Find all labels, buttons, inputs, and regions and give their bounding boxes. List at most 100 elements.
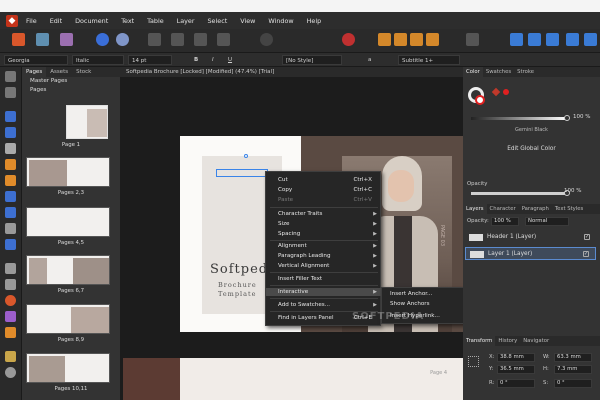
align-bottom-icon[interactable] <box>584 33 597 46</box>
document-setup-icon[interactable] <box>96 33 109 46</box>
crop-tool-icon[interactable] <box>5 263 16 274</box>
menu-document[interactable]: Document <box>75 17 108 25</box>
menu-item-copy[interactable]: Copy Ctrl+C <box>266 186 382 194</box>
tab-assets[interactable]: Assets <box>46 67 72 77</box>
table-icon[interactable] <box>217 33 230 46</box>
persona-publisher-icon[interactable] <box>12 33 25 46</box>
group-icon[interactable] <box>466 33 479 46</box>
page-tool-icon[interactable] <box>5 111 16 122</box>
layer-visibility-checkbox[interactable]: ✓ <box>584 234 590 240</box>
pages-4-5-thumbnail[interactable] <box>26 207 110 237</box>
arrange-forward-icon[interactable] <box>394 33 407 46</box>
table-tool-icon[interactable] <box>5 127 16 138</box>
frame-icon[interactable] <box>148 33 161 46</box>
character-style-select[interactable]: [No Style] <box>282 55 342 65</box>
menu-help[interactable]: Help <box>307 17 322 25</box>
tab-transform[interactable]: Transform <box>463 336 496 346</box>
anchor-point-selector-icon[interactable] <box>468 356 479 367</box>
tab-text-styles[interactable]: Text Styles <box>552 204 586 214</box>
pages-2-3-thumbnail[interactable] <box>26 157 110 187</box>
menu-item-paragraph-leading[interactable]: Paragraph Leading ▶ <box>266 252 382 260</box>
pages-6-7-thumbnail[interactable] <box>26 255 110 285</box>
blend-mode-select[interactable]: Normal <box>525 217 569 226</box>
font-size-select[interactable]: 14 pt <box>128 55 172 65</box>
rotation-field[interactable]: 0 ° <box>497 379 535 388</box>
tab-pages[interactable]: Pages <box>22 67 47 77</box>
layer-opacity-field[interactable]: 100 % <box>491 217 519 226</box>
zoom-tool-icon[interactable] <box>5 367 16 378</box>
fill-tool-icon[interactable] <box>5 295 16 306</box>
underline-button[interactable]: U <box>228 55 232 65</box>
tab-history[interactable]: History <box>495 336 520 346</box>
opacity-value[interactable]: 100 % <box>564 188 581 194</box>
layer-row-layer-1[interactable]: Layer 1 (Layer) ✓ <box>465 247 596 260</box>
picture-frame-tool-icon[interactable] <box>5 207 16 218</box>
menu-item-insert-filler-text[interactable]: Insert Filler Text <box>266 275 382 283</box>
artistic-text-icon[interactable] <box>5 143 16 154</box>
text-frame-icon[interactable] <box>171 33 184 46</box>
persona-designer-icon[interactable] <box>60 33 73 46</box>
menu-item-vertical-alignment[interactable]: Vertical Alignment ▶ <box>266 262 382 270</box>
menu-item-paste[interactable]: Paste Ctrl+V <box>266 196 382 204</box>
preferences-icon[interactable] <box>116 33 129 46</box>
pages-10-11-thumbnail[interactable] <box>26 353 110 383</box>
ellipse-tool-icon[interactable] <box>5 239 16 250</box>
menu-layer[interactable]: Layer <box>177 17 195 25</box>
x-field[interactable]: 38.8 mm <box>497 353 535 362</box>
stroke-swatch-icon[interactable] <box>475 95 485 105</box>
font-style-select[interactable]: Italic <box>72 55 124 65</box>
menu-item-add-to-swatches[interactable]: Add to Swatches... ▶ <box>266 301 382 309</box>
menu-text[interactable]: Text <box>121 17 134 25</box>
snapping-icon[interactable] <box>342 33 355 46</box>
menu-file[interactable]: File <box>26 17 37 25</box>
y-field[interactable]: 36.5 mm <box>497 365 535 374</box>
shear-field[interactable]: 0 ° <box>554 379 592 388</box>
menu-item-size[interactable]: Size ▶ <box>266 220 382 228</box>
edit-global-color-button[interactable]: Edit Global Color <box>463 146 600 152</box>
node-tool-icon[interactable] <box>5 87 16 98</box>
tint-slider-handle[interactable] <box>564 115 570 121</box>
preview-mode-icon[interactable] <box>260 33 273 46</box>
arrange-backward-icon[interactable] <box>410 33 423 46</box>
align-center-icon[interactable] <box>528 33 541 46</box>
color-picker-icon[interactable] <box>5 327 16 338</box>
bold-button[interactable]: B <box>194 55 198 65</box>
menu-item-show-anchors[interactable]: Show Anchors <box>382 300 468 308</box>
menu-table[interactable]: Table <box>147 17 164 25</box>
align-right-icon[interactable] <box>546 33 559 46</box>
menu-item-cut[interactable]: Cut Ctrl+X <box>266 176 382 184</box>
persona-photo-icon[interactable] <box>36 33 49 46</box>
view-tool-icon[interactable] <box>5 351 16 362</box>
opacity-slider[interactable] <box>471 192 567 195</box>
menu-item-insert-anchor[interactable]: Insert Anchor... <box>382 290 468 298</box>
tab-stock[interactable]: Stock <box>72 67 95 77</box>
italic-button[interactable]: I <box>212 55 214 65</box>
tab-layers[interactable]: Layers <box>463 204 487 214</box>
layer-visibility-checkbox[interactable]: ✓ <box>583 251 589 257</box>
move-tool-icon[interactable] <box>5 71 16 82</box>
menu-view[interactable]: View <box>240 17 255 25</box>
pencil-tool-icon[interactable] <box>5 175 16 186</box>
page-1-thumbnail[interactable] <box>66 105 108 139</box>
current-color-dot[interactable] <box>503 89 509 95</box>
tint-value[interactable]: 100 % <box>573 114 590 120</box>
tint-slider[interactable] <box>471 117 567 120</box>
menu-edit[interactable]: Edit <box>50 17 62 25</box>
tab-character[interactable]: Character <box>487 204 519 214</box>
pages-section[interactable]: Pages <box>22 86 120 95</box>
menu-select[interactable]: Select <box>208 17 228 25</box>
tab-paragraph[interactable]: Paragraph <box>519 204 552 214</box>
menu-item-character-traits[interactable]: Character Traits ▶ <box>266 210 382 218</box>
tab-swatches[interactable]: Swatches <box>483 67 514 77</box>
picture-frame-icon[interactable] <box>194 33 207 46</box>
menu-item-spacing[interactable]: Spacing ▶ <box>266 230 382 238</box>
font-family-select[interactable]: Georgia <box>4 55 68 65</box>
align-top-icon[interactable] <box>566 33 579 46</box>
menu-item-interactive[interactable]: Interactive ▶ <box>266 288 382 296</box>
tab-stroke[interactable]: Stroke <box>514 67 537 77</box>
transparency-tool-icon[interactable] <box>5 311 16 322</box>
document-tab[interactable]: Softpedia Brochure [Locked] [Modified] (… <box>120 67 463 77</box>
menu-window[interactable]: Window <box>268 17 293 25</box>
align-left-icon[interactable] <box>510 33 523 46</box>
frame-text-icon[interactable] <box>5 191 16 202</box>
